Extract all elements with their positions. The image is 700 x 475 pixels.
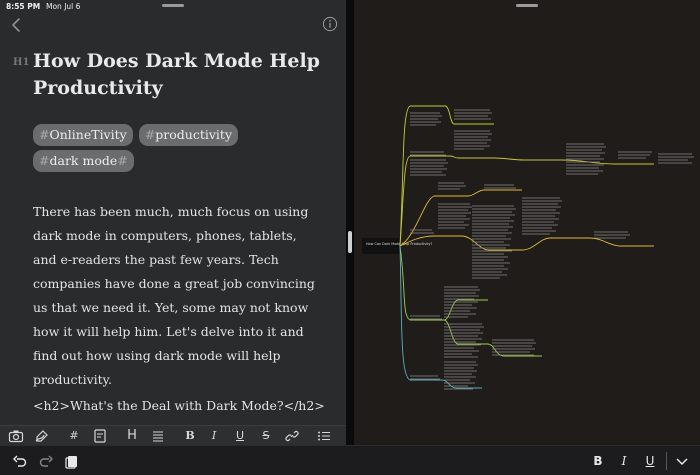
- pane-grabber[interactable]: [162, 4, 184, 7]
- mindmap-pane: How Can Dark Mode Help Productivity?: [354, 0, 700, 445]
- tag-hash: #: [144, 127, 156, 142]
- bottom-toolbar: B I U: [0, 445, 700, 475]
- tag-label: dark mode: [49, 153, 118, 168]
- status-time: 8:55 PM: [6, 2, 41, 11]
- camera-icon[interactable]: [8, 428, 24, 444]
- split-divider[interactable]: [346, 0, 354, 445]
- underline-button-bottom[interactable]: U: [642, 453, 658, 469]
- bold-button-bottom[interactable]: B: [590, 453, 606, 469]
- undo-icon[interactable]: [12, 453, 28, 469]
- italic-button-bottom[interactable]: I: [616, 453, 632, 469]
- mindmap-root-label: How Can Dark Mode Help Productivity?: [366, 242, 432, 246]
- tag-button[interactable]: #: [66, 428, 82, 444]
- note-icon[interactable]: [92, 428, 108, 444]
- toolbar-separator: [666, 452, 667, 470]
- list-icon[interactable]: [316, 428, 332, 444]
- tag-hash-suffix: #: [117, 153, 128, 168]
- bold-button[interactable]: B: [182, 428, 198, 444]
- clipboard-icon[interactable]: [64, 453, 80, 469]
- split-handle[interactable]: [348, 231, 352, 253]
- info-icon[interactable]: [322, 16, 338, 32]
- format-toolbar: # H B I U S: [0, 425, 346, 445]
- mindmap-root-node: [362, 238, 400, 254]
- strikethrough-button[interactable]: S: [258, 428, 274, 444]
- tag-label: productivity: [155, 127, 233, 142]
- chevron-down-icon[interactable]: [674, 453, 690, 469]
- redo-icon[interactable]: [38, 453, 54, 469]
- underline-button[interactable]: U: [232, 428, 248, 444]
- body-paragraph[interactable]: There has been much, much focus on using…: [33, 200, 315, 392]
- tag-list: #OnlineTivity #productivity #dark mode#: [33, 124, 323, 176]
- align-icon[interactable]: [150, 428, 166, 444]
- back-chevron-icon[interactable]: [8, 16, 26, 34]
- mindmap-canvas[interactable]: How Can Dark Mode Help Productivity?: [354, 0, 700, 445]
- draw-icon[interactable]: [34, 428, 50, 444]
- document-title[interactable]: How Does Dark Mode Help Productivity: [33, 48, 333, 102]
- pane-grabber-right[interactable]: [516, 4, 538, 7]
- branch-line-e: [399, 245, 411, 381]
- tag-hash: #: [39, 153, 50, 168]
- heading-button[interactable]: H: [124, 428, 140, 444]
- status-date: Mon Jul 6: [46, 2, 81, 11]
- link-icon[interactable]: [284, 428, 300, 444]
- heading-level-marker: H1: [13, 57, 30, 68]
- status-bar: 8:55 PM Mon Jul 6: [0, 0, 346, 14]
- tag-label: OnlineTivity: [49, 127, 127, 142]
- mindmap-text-blocks: [410, 109, 694, 390]
- tag-productivity[interactable]: #productivity: [138, 124, 239, 146]
- tag-dark-mode[interactable]: #dark mode#: [33, 150, 134, 172]
- italic-button[interactable]: I: [206, 428, 222, 444]
- editor-pane: 8:55 PM Mon Jul 6 H1 How Does Dark Mode …: [0, 0, 346, 445]
- tag-hash: #: [39, 127, 50, 142]
- h2-markup-line[interactable]: <h2>What's the Deal with Dark Mode?</h2>: [33, 398, 333, 413]
- tag-onlinetivity[interactable]: #OnlineTivity: [33, 124, 133, 146]
